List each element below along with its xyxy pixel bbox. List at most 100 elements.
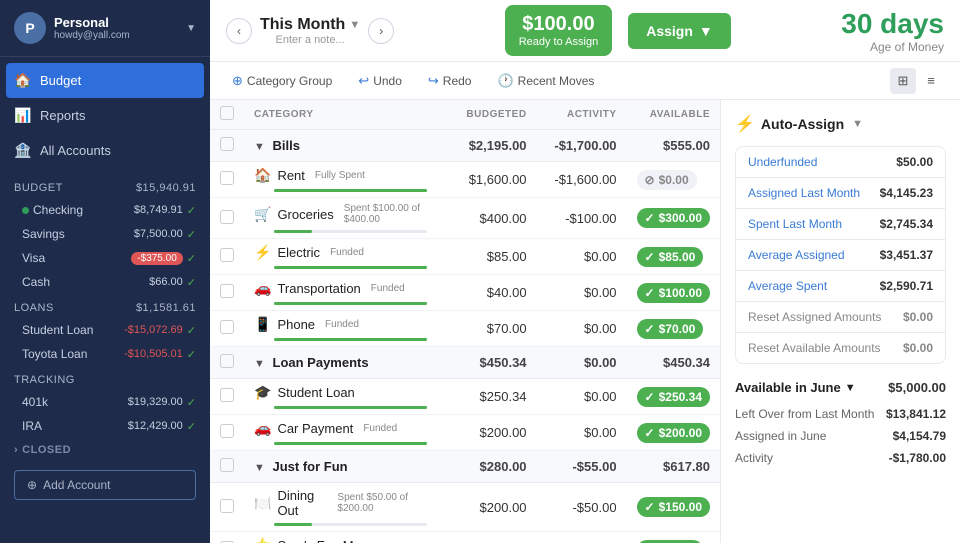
cat-cell: 🍽️ Dining Out Spent $50.00 of $200.00 (254, 488, 427, 526)
auto-assign-label: Average Spent (748, 279, 827, 293)
item-budgeted[interactable]: $0.00 (437, 532, 537, 543)
item-checkbox[interactable] (220, 171, 234, 185)
item-activity: -$100.00 (537, 198, 627, 239)
sidebar-account-checking[interactable]: Checking $8,749.91 ✓ (0, 198, 210, 222)
cat-name[interactable]: Phone (277, 317, 315, 332)
check-circle-icon: ✓ (645, 426, 655, 440)
check-circle-icon: ✓ (645, 250, 655, 264)
cat-name[interactable]: Student Loan (277, 385, 354, 400)
budget-area: CATEGORY BUDGETED ACTIVITY AVAILABLE ▼ B… (210, 100, 960, 543)
cat-name[interactable]: Rent (277, 168, 304, 183)
prev-month-button[interactable]: ‹ (226, 18, 252, 44)
age-of-money: 30 days Age of Money (841, 8, 944, 54)
auto-assign-row-underfunded[interactable]: Underfunded $50.00 (736, 147, 945, 178)
auto-assign-value: $0.00 (903, 310, 933, 324)
group-name: Loan Payments (273, 355, 369, 370)
group-checkbox[interactable] (220, 137, 234, 151)
undo-button[interactable]: ↩ Undo (352, 70, 408, 92)
table-row[interactable]: 🏠 Rent Fully Spent $1,600.00 -$1,600.00 … (210, 162, 720, 198)
sidebar-account-401k[interactable]: 401k $19,329.00 ✓ (0, 390, 210, 414)
item-budgeted[interactable]: $40.00 (437, 275, 537, 311)
table-row[interactable]: 🍽️ Dining Out Spent $50.00 of $200.00 $2… (210, 483, 720, 532)
group-name: Bills (273, 138, 300, 153)
table-row[interactable]: 🎓 Student Loan $250.34 $0.00 ✓ $250.34 (210, 379, 720, 415)
item-budgeted[interactable]: $70.00 (437, 311, 537, 347)
sidebar-closed-section[interactable]: › CLOSED (0, 438, 210, 462)
undo-icon: ↩ (358, 73, 369, 89)
table-row[interactable]: 📱 Phone Funded $70.00 $0.00 ✓ $70.00 (210, 311, 720, 347)
item-budgeted[interactable]: $1,600.00 (437, 162, 537, 198)
redo-button[interactable]: ↪ Redo (422, 70, 478, 92)
list-view-button[interactable]: ≡ (918, 68, 944, 94)
item-checkbox[interactable] (220, 424, 234, 438)
item-activity: -$1,600.00 (537, 162, 627, 198)
sidebar-item-budget[interactable]: 🏠 Budget (6, 63, 204, 98)
table-row[interactable]: 🚗 Car Payment Funded $200.00 $0.00 ✓ $20… (210, 415, 720, 451)
add-account-button[interactable]: ⊕ Add Account (14, 470, 196, 500)
sidebar-account-visa[interactable]: Visa -$375.00 ✓ (0, 246, 210, 270)
month-note[interactable]: Enter a note... (260, 34, 360, 46)
table-row[interactable]: 🛒 Groceries Spent $100.00 of $400.00 $40… (210, 198, 720, 239)
table-group-row[interactable]: ▼ Bills $2,195.00 -$1,700.00 $555.00 (210, 130, 720, 162)
table-group-row[interactable]: ▼ Loan Payments $450.34 $0.00 $450.34 (210, 347, 720, 379)
item-checkbox[interactable] (220, 210, 234, 224)
sidebar-item-reports[interactable]: 📊 Reports (0, 98, 210, 133)
next-month-button[interactable]: › (368, 18, 394, 44)
sidebar-section-loans: LOANS $1,1581.61 (0, 298, 210, 318)
sidebar-item-all-accounts[interactable]: 🏦 All Accounts (0, 133, 210, 168)
item-available: ✓ $200.00 (627, 415, 720, 451)
user-name: Personal (54, 15, 178, 30)
group-checkbox[interactable] (220, 458, 234, 472)
auto-assign-value: $3,451.37 (880, 248, 933, 262)
grid-view-button[interactable]: ⊞ (890, 68, 916, 94)
cat-name[interactable]: Electric (277, 245, 320, 260)
item-budgeted[interactable]: $85.00 (437, 239, 537, 275)
auto-assign-row-average-spent[interactable]: Average Spent $2,590.71 (736, 271, 945, 302)
auto-assign-row-assigned-last-month[interactable]: Assigned Last Month $4,145.23 (736, 178, 945, 209)
item-budgeted[interactable]: $200.00 (437, 483, 537, 532)
assign-button[interactable]: Assign ▼ (628, 13, 731, 49)
progress-fill (274, 189, 427, 192)
item-budgeted[interactable]: $200.00 (437, 415, 537, 451)
progress-fill (274, 406, 427, 409)
table-group-row[interactable]: ▼ Just for Fun $280.00 -$55.00 $617.80 (210, 451, 720, 483)
item-budgeted[interactable]: $400.00 (437, 198, 537, 239)
sidebar-account-savings[interactable]: Savings $7,500.00 ✓ (0, 222, 210, 246)
cat-name[interactable]: Transportation (277, 281, 360, 296)
cat-name[interactable]: Car Payment (277, 421, 353, 436)
sidebar-account-cash[interactable]: Cash $66.00 ✓ (0, 270, 210, 294)
chevron-down-icon: ▼ (349, 19, 360, 31)
cat-name[interactable]: Groceries (277, 207, 333, 222)
group-checkbox[interactable] (220, 354, 234, 368)
item-checkbox[interactable] (220, 499, 234, 513)
cat-name[interactable]: Sam's Fun Money (277, 538, 381, 543)
available-badge: ✓ $75.00 (637, 540, 704, 543)
item-budgeted[interactable]: $250.34 (437, 379, 537, 415)
auto-assign-row-average-assigned[interactable]: Average Assigned $3,451.37 (736, 240, 945, 271)
table-row[interactable]: ⭐ Sam's Fun Money $0.00 $0.00 ✓ $75.00 (210, 532, 720, 543)
reports-icon: 📊 (14, 107, 32, 124)
auto-assign-row-reset-available[interactable]: Reset Available Amounts $0.00 (736, 333, 945, 363)
sidebar-account-student-loan[interactable]: Student Loan -$15,072.69 ✓ (0, 318, 210, 342)
auto-assign-row-spent-last-month[interactable]: Spent Last Month $2,745.34 (736, 209, 945, 240)
auto-assign-label: Reset Assigned Amounts (748, 310, 881, 324)
circle-check-icon: ⊘ (645, 173, 655, 187)
cat-name[interactable]: Dining Out (277, 488, 327, 518)
progress-bar (274, 230, 427, 233)
cat-icon: 📱 (254, 316, 271, 333)
item-checkbox[interactable] (220, 320, 234, 334)
table-row[interactable]: ⚡ Electric Funded $85.00 $0.00 ✓ $85.00 (210, 239, 720, 275)
sidebar-account-ira[interactable]: IRA $12,429.00 ✓ (0, 414, 210, 438)
category-group-button[interactable]: ⊕ Category Group (226, 70, 338, 92)
item-checkbox[interactable] (220, 284, 234, 298)
auto-assign-row-reset-assigned[interactable]: Reset Assigned Amounts $0.00 (736, 302, 945, 333)
table-row[interactable]: 🚗 Transportation Funded $40.00 $0.00 ✓ $… (210, 275, 720, 311)
auto-assign-value: $50.00 (896, 155, 933, 169)
sidebar-header[interactable]: P Personal howdy@yall.com ▼ (0, 0, 210, 57)
item-checkbox[interactable] (220, 388, 234, 402)
recent-moves-button[interactable]: 🕐 Recent Moves (491, 70, 600, 92)
group-available: $617.80 (627, 451, 720, 483)
item-checkbox[interactable] (220, 248, 234, 262)
sidebar-account-toyota-loan[interactable]: Toyota Loan -$10,505.01 ✓ (0, 342, 210, 366)
select-all-checkbox[interactable] (220, 106, 234, 120)
